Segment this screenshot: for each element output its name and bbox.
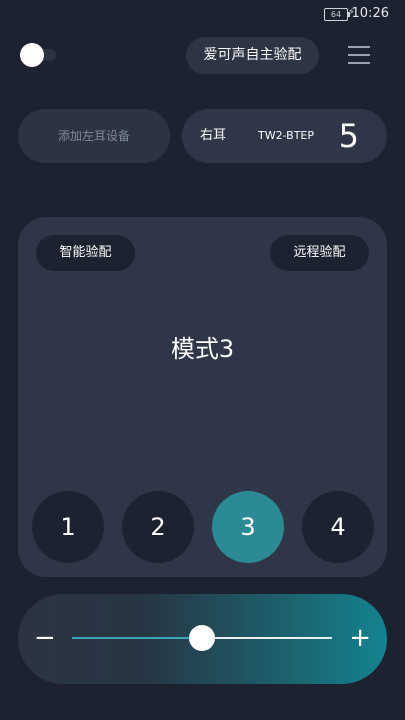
status-bar: 64 ⚡ 10:26 xyxy=(0,0,405,28)
remote-fitting-button[interactable]: 远程验配 xyxy=(270,235,369,271)
battery-icon: 64 xyxy=(324,8,350,21)
volume-control: − + xyxy=(18,594,387,684)
mode-button-2[interactable]: 2 xyxy=(122,491,194,563)
slider-fill xyxy=(72,637,202,639)
mode-button-4[interactable]: 4 xyxy=(302,491,374,563)
status-time: 10:26 xyxy=(351,6,389,21)
mode-button-3[interactable]: 3 xyxy=(212,491,284,563)
device-number: 5 xyxy=(338,117,359,155)
hamburger-icon[interactable] xyxy=(348,46,370,64)
mode-button-1[interactable]: 1 xyxy=(32,491,104,563)
power-toggle[interactable] xyxy=(20,43,58,67)
right-ear-device-card[interactable]: 右耳 TW2-BTEP 5 xyxy=(182,109,387,163)
add-left-ear-button[interactable]: 添加左耳设备 xyxy=(18,109,170,163)
smart-fitting-button[interactable]: 智能验配 xyxy=(36,235,135,271)
right-ear-label: 右耳 xyxy=(200,128,227,143)
volume-slider[interactable] xyxy=(72,625,332,651)
toggle-knob xyxy=(20,43,44,67)
current-mode-label: 模式3 xyxy=(170,335,235,363)
mode-panel: 智能验配 远程验配 模式3 1 2 3 4 xyxy=(18,217,387,577)
slider-thumb[interactable] xyxy=(189,625,215,651)
volume-down-button[interactable]: − xyxy=(34,594,56,682)
volume-up-button[interactable]: + xyxy=(349,594,371,682)
self-fitting-button[interactable]: 爱可声自主验配 xyxy=(186,37,319,74)
device-model: TW2-BTEP xyxy=(258,129,315,142)
